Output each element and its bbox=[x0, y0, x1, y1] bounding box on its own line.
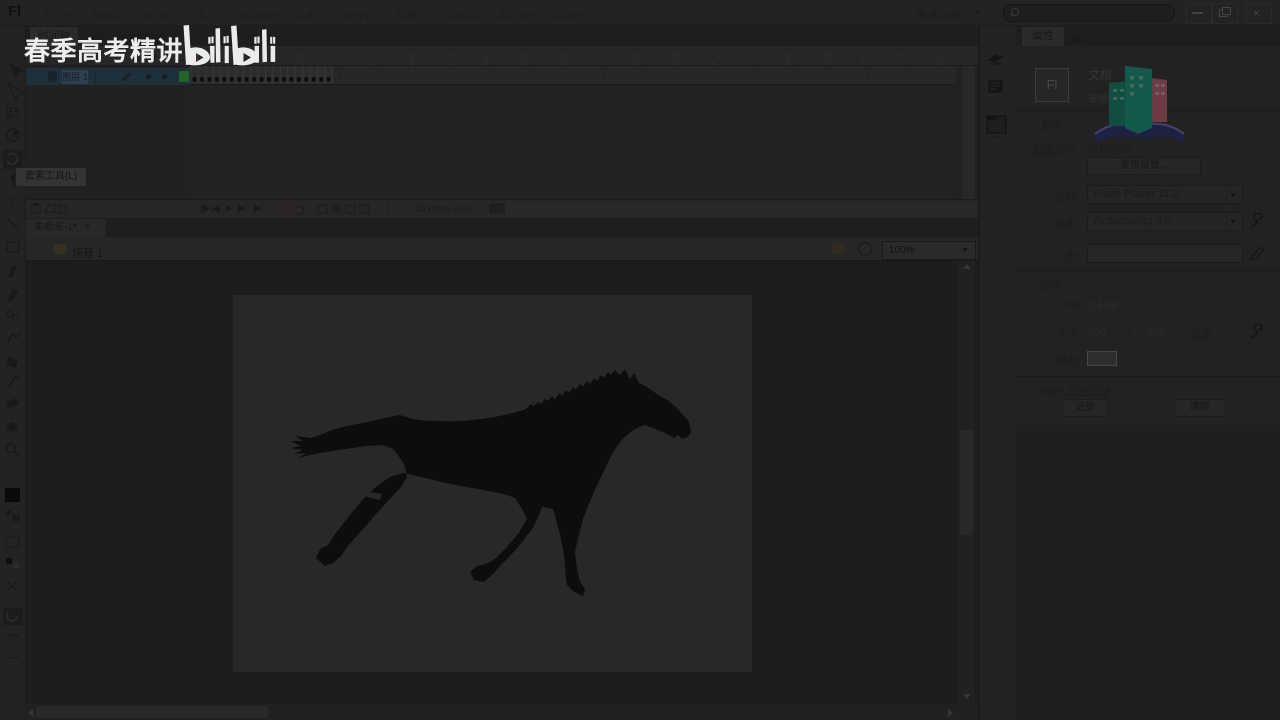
svg-text:70: 70 bbox=[709, 51, 719, 61]
svg-text:75: 75 bbox=[746, 51, 756, 61]
svg-text:90: 90 bbox=[859, 51, 869, 61]
svg-text:50: 50 bbox=[558, 51, 568, 61]
svg-text:60: 60 bbox=[633, 51, 643, 61]
svg-text:55: 55 bbox=[596, 51, 606, 61]
svg-text:0.0s: 0.0s bbox=[454, 204, 472, 214]
svg-text:35: 35 bbox=[445, 51, 455, 61]
svg-text:65: 65 bbox=[671, 51, 681, 61]
svg-text:40: 40 bbox=[482, 51, 492, 61]
svg-text:15: 15 bbox=[294, 51, 304, 61]
svg-text:85: 85 bbox=[822, 51, 832, 61]
svg-text:80: 80 bbox=[784, 51, 794, 61]
svg-text:25: 25 bbox=[369, 51, 379, 61]
svg-text:30: 30 bbox=[407, 51, 417, 61]
svg-text:95: 95 bbox=[897, 51, 907, 61]
svg-text:20: 20 bbox=[332, 51, 342, 61]
svg-text:1: 1 bbox=[386, 204, 391, 214]
svg-text:100: 100 bbox=[932, 51, 947, 61]
svg-text:T: T bbox=[8, 195, 16, 209]
svg-text:24.00fps: 24.00fps bbox=[416, 204, 451, 214]
svg-text:45: 45 bbox=[520, 51, 530, 61]
